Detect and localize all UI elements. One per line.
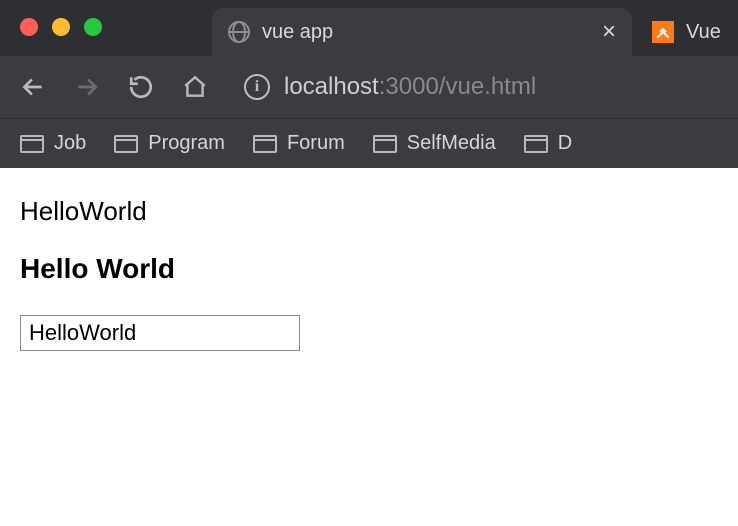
folder-icon [373,135,397,153]
home-button[interactable] [182,74,208,100]
folder-icon [114,135,138,153]
page-content: HelloWorld Hello World [0,168,738,379]
folder-icon [524,135,548,153]
site-info-icon[interactable]: i [244,74,270,100]
bookmark-label: Job [54,132,86,155]
maximize-window-button[interactable] [84,18,102,36]
toolbar: i localhost:3000/vue.html [0,56,738,118]
bookmark-folder[interactable]: D [524,132,572,155]
body-text: HelloWorld [20,196,718,227]
close-tab-icon[interactable]: × [602,20,616,44]
address-bar[interactable]: i localhost:3000/vue.html [244,73,536,101]
bookmark-label: D [558,132,572,155]
url-port: :3000 [379,73,439,100]
tab-title: Vue [686,21,721,44]
bookmarks-bar: Job Program Forum SelfMedia D [0,118,738,168]
window-controls [20,18,102,36]
folder-icon [253,135,277,153]
browser-chrome: vue app × Vue i localhost:30 [0,0,738,168]
text-input[interactable] [20,315,300,351]
favicon-icon [652,21,674,43]
reload-button[interactable] [128,74,154,100]
tab-title: vue app [262,21,590,44]
globe-icon [228,21,250,43]
titlebar: vue app × Vue [0,0,738,56]
tab-inactive[interactable]: Vue [636,8,737,56]
bookmark-label: SelfMedia [407,132,496,155]
folder-icon [20,135,44,153]
bookmark-label: Forum [287,132,345,155]
page-heading: Hello World [20,253,718,285]
close-window-button[interactable] [20,18,38,36]
bookmark-label: Program [148,132,225,155]
bookmark-folder[interactable]: Program [114,132,225,155]
back-button[interactable] [20,74,46,100]
url-host: localhost [284,73,379,100]
url-path: /vue.html [439,73,536,100]
tab-strip: vue app × Vue [212,0,738,56]
minimize-window-button[interactable] [52,18,70,36]
bookmark-folder[interactable]: Job [20,132,86,155]
bookmark-folder[interactable]: Forum [253,132,345,155]
tab-active[interactable]: vue app × [212,8,632,56]
bookmark-folder[interactable]: SelfMedia [373,132,496,155]
forward-button[interactable] [74,74,100,100]
url-text: localhost:3000/vue.html [284,73,536,101]
